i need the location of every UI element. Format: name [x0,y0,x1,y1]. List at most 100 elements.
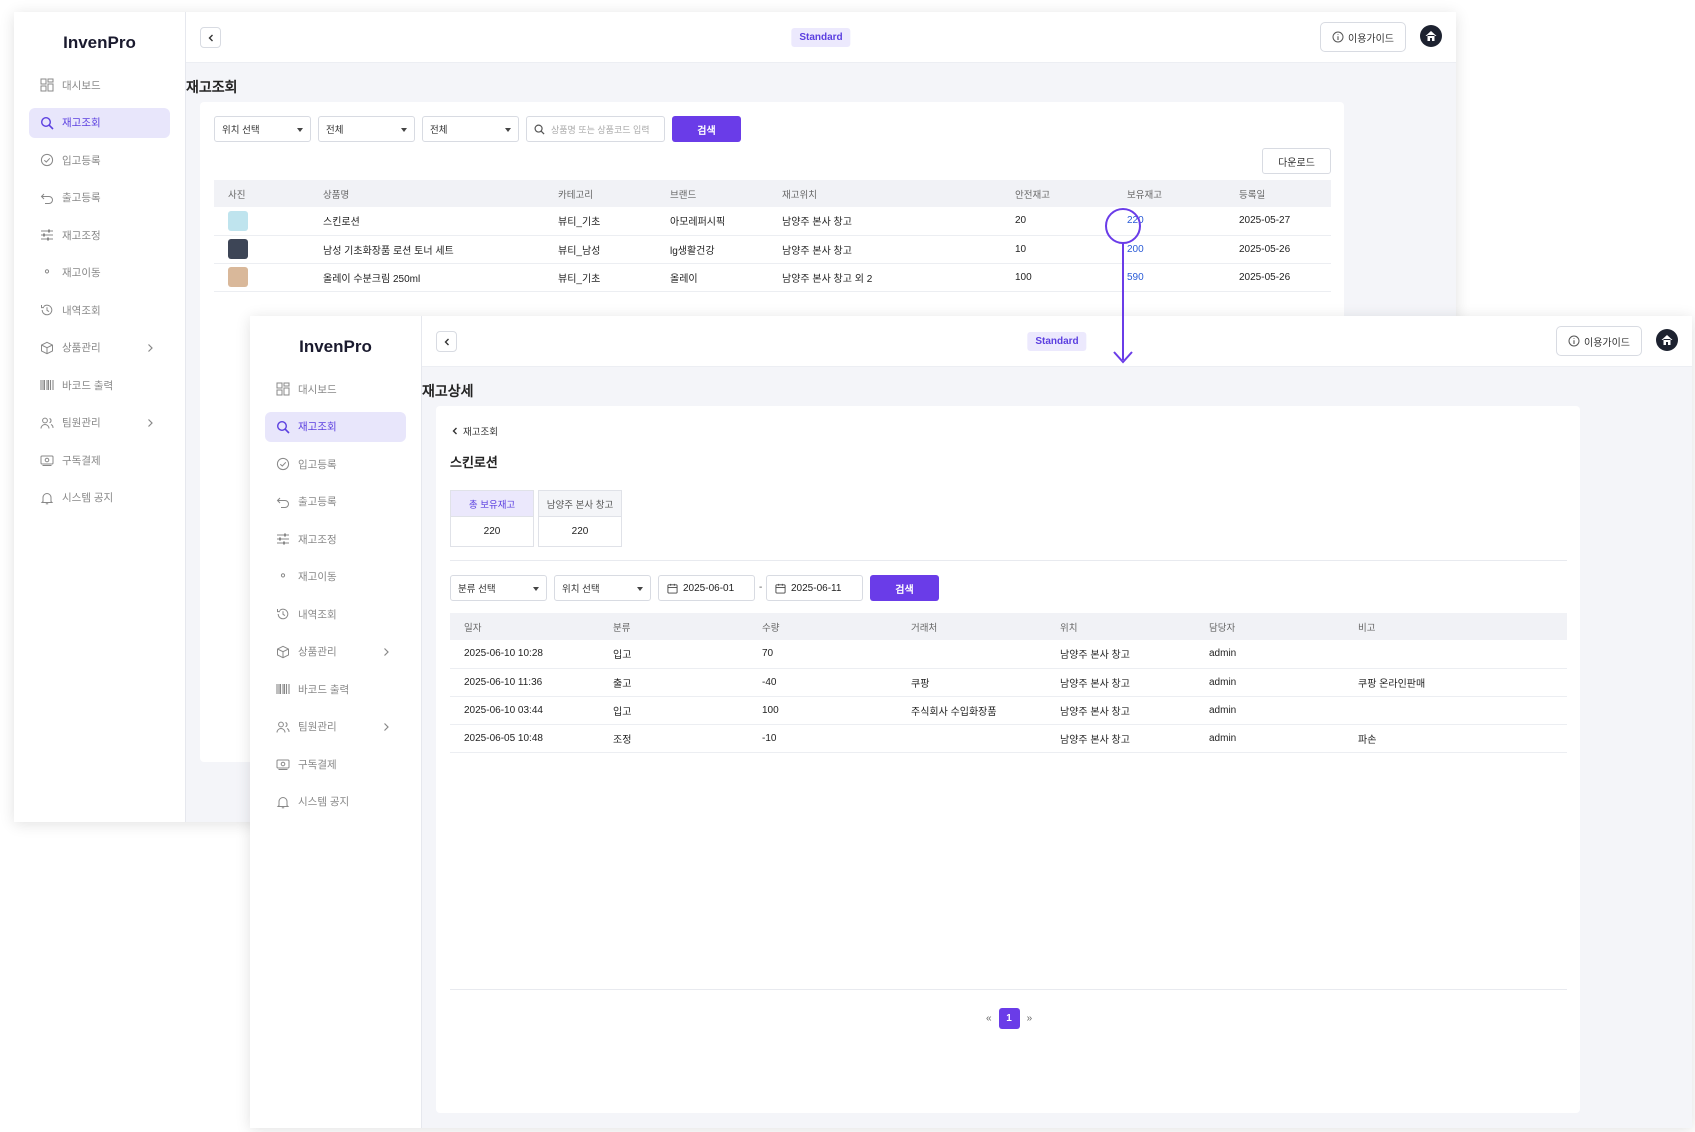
sidebar-item-label: 내역조회 [62,304,101,317]
page-button-current[interactable]: 1 [998,1008,1020,1029]
home-icon[interactable] [1656,329,1678,351]
location-pin-icon [39,265,55,281]
sidebar-item-3[interactable]: 출고등록 [265,487,406,517]
product-search-input[interactable]: 상품명 또는 상품코드 입력 [526,116,665,142]
cell-vendor [897,724,1046,753]
location-select[interactable]: 위치 선택 [554,575,651,601]
barcode-icon [39,377,55,393]
sidebar-item-8[interactable]: 바코드 출력 [265,674,406,704]
sidebar-item-2[interactable]: 입고등록 [29,145,170,175]
cell-date: 2025-05-26 [1239,271,1291,283]
category-select[interactable]: 전체 [318,116,415,142]
cell-location: 남양주 본사 창고 [782,217,852,229]
cell-location: 남양주 본사 창고 외 2 [782,273,873,285]
table-row[interactable]: 남성 기초화장품 로션 토너 세트 뷰티_남성 lg생활건강 남양주 본사 창고 10 2… [214,235,1331,264]
cell-location: 남양주 본사 창고 [1046,696,1195,725]
table-row[interactable]: 올레이 수분크림 250ml 뷰티_기초 올레이 남양주 본사 창고 외 2 100 59… [214,263,1331,292]
stock-link[interactable]: 200 [1127,244,1144,255]
download-button[interactable]: 다운로드 [1262,148,1331,174]
sidebar-item-7[interactable]: 상품관리 [29,333,170,363]
stock-link[interactable]: 590 [1127,272,1144,283]
home-icon[interactable] [1420,25,1442,47]
sidebar-item-label: 상품관리 [298,646,337,658]
collapse-sidebar-button[interactable] [436,331,457,352]
guide-button[interactable]: 이용가이드 [1556,326,1642,356]
sidebar-item-0[interactable]: 대시보드 [265,374,406,404]
sidebar-item-10[interactable]: 구독결제 [29,445,170,475]
sidebar-item-6[interactable]: 내역조회 [265,599,406,629]
sidebar-item-label: 구독결제 [62,454,101,467]
info-icon [1332,31,1344,43]
sidebar-item-11[interactable]: 시스템 공지 [29,483,170,513]
sidebar: InvenPro 대시보드 재고조회 입고등록 출고등록 재고조정 재고이동 내역조회 상품관… [14,12,186,822]
cell-note: 파손 [1344,724,1567,753]
divider [450,989,1567,990]
back-to-list-link[interactable]: 재고조회 [450,424,498,438]
sidebar-item-label: 재고조회 [298,421,337,433]
product-thumbnail [228,267,248,287]
date-from-input[interactable]: 2025-06-01 [658,575,755,601]
table-row[interactable]: 스킨로션 뷰티_기초 아모레퍼시픽 남양주 본사 창고 20 220 2025-05-27 [214,207,1331,236]
sidebar-item-label: 바코드 출력 [298,683,350,696]
prev-page-button[interactable]: « [986,1013,992,1024]
warehouse-stock-box[interactable]: 남양주 본사 창고 220 [538,490,622,547]
guide-button[interactable]: 이용가이드 [1320,22,1406,52]
column-header: 일자 [450,613,599,640]
collapse-sidebar-button[interactable] [200,27,221,48]
caret-down-icon [297,128,303,132]
sidebar-item-9[interactable]: 팀원관리 [265,712,406,742]
sliders-icon [39,227,55,243]
guide-label: 이용가이드 [1348,33,1394,45]
sidebar-item-9[interactable]: 팀원관리 [29,408,170,438]
sidebar-item-label: 구독결제 [298,758,337,771]
barcode-icon [275,681,291,697]
next-page-button[interactable]: » [1027,1013,1033,1024]
type-select[interactable]: 분류 선택 [450,575,547,601]
sidebar-item-6[interactable]: 내역조회 [29,295,170,325]
cell-note [1344,640,1567,669]
cell-qty: -10 [748,724,897,753]
date-to-input[interactable]: 2025-06-11 [766,575,863,601]
sidebar-item-4[interactable]: 재고조정 [265,524,406,554]
check-circle-icon [275,456,291,472]
cell-location: 남양주 본사 창고 [1046,640,1195,669]
cell-safety: 100 [1015,271,1032,283]
cell-safety: 20 [1015,215,1027,227]
guide-label: 이용가이드 [1584,337,1630,349]
total-stock-box[interactable]: 총 보유재고 220 [450,490,534,547]
calendar-icon [667,583,678,594]
sidebar-item-3[interactable]: 출고등록 [29,183,170,213]
caret-down-icon [401,128,407,132]
page-title: 재고조회 [186,79,238,95]
table-header-row: 일자 분류 수량 거래처 위치 담당자 비고 [450,613,1567,640]
sidebar-item-1[interactable]: 재고조회 [265,411,406,442]
sidebar-nav: 대시보드재고조회입고등록출고등록재고조정재고이동내역조회상품관리바코드 출력팀원… [250,374,421,817]
cell-safety: 10 [1015,243,1027,255]
search-icon [534,124,545,135]
sidebar-item-10[interactable]: 구독결제 [265,749,406,779]
sidebar-item-label: 시스템 공지 [298,796,350,808]
sidebar-item-2[interactable]: 입고등록 [265,449,406,479]
sidebar-item-label: 입고등록 [298,458,337,471]
stock-link[interactable]: 220 [1127,215,1144,226]
sidebar-item-0[interactable]: 대시보드 [29,70,170,100]
date-separator: - [759,582,763,593]
sidebar-item-label: 팀원관리 [62,417,101,429]
cell-category: 뷰티_기초 [558,217,601,229]
sidebar-item-11[interactable]: 시스템 공지 [265,787,406,817]
location-select[interactable]: 위치 선택 [214,116,311,142]
payment-icon [39,452,55,468]
sidebar-item-7[interactable]: 상품관리 [265,637,406,667]
sidebar-item-label: 입고등록 [62,154,101,167]
sidebar-item-8[interactable]: 바코드 출력 [29,370,170,400]
check-circle-icon [39,152,55,168]
sidebar-item-5[interactable]: 재고이동 [29,258,170,288]
search-button[interactable]: 검색 [672,116,741,142]
sidebar-item-1[interactable]: 재고조회 [29,107,170,138]
sidebar-item-5[interactable]: 재고이동 [265,562,406,592]
sidebar-item-4[interactable]: 재고조정 [29,220,170,250]
brand-select[interactable]: 전체 [422,116,519,142]
sliders-icon [275,531,291,547]
search-button[interactable]: 검색 [870,575,939,601]
top-bar: Standard 이용가이드 [422,316,1692,367]
